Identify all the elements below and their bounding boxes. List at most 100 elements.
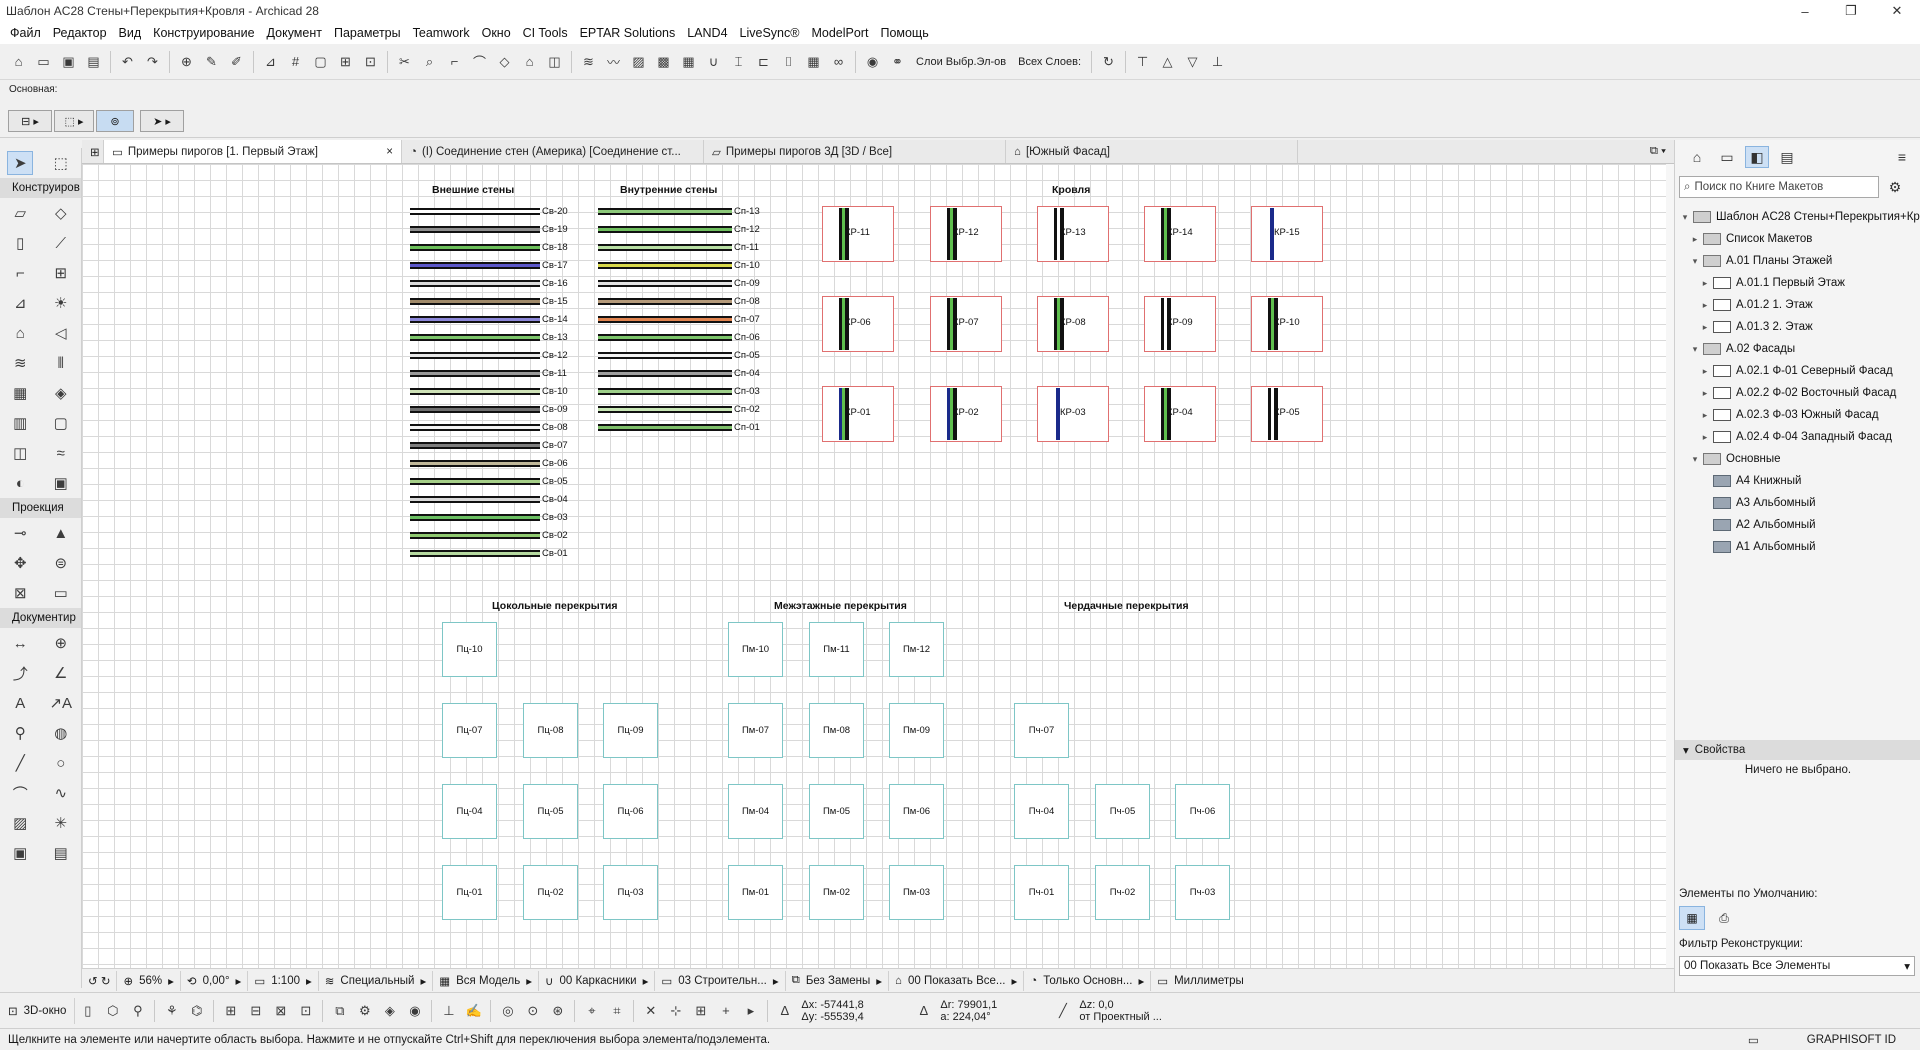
tab-south-elevation[interactable]: ⌂ [Южный Фасад]	[1006, 140, 1298, 163]
layout-tree-item[interactable]: A2 Альбомный	[1675, 514, 1920, 536]
slab-item[interactable]: Пм-12	[889, 622, 944, 677]
wall-line[interactable]	[598, 280, 732, 287]
dimension-tool-icon[interactable]: ↔	[7, 631, 33, 655]
railing-tool-icon[interactable]: ⫴	[48, 351, 74, 375]
override-control[interactable]: ⧉ Без Замены ▸	[786, 970, 890, 991]
floor-plan-canvas[interactable]: Внешние стены Внутренние стены Кровля Цо…	[82, 164, 1674, 968]
align-bottom-icon[interactable]: ⊥	[1207, 51, 1228, 72]
stamp-icon[interactable]: ⊥	[438, 1000, 459, 1021]
pen-control[interactable]: ∪ 00 Каркасники ▸	[539, 970, 656, 991]
wall-line[interactable]	[598, 334, 732, 341]
brush-icon[interactable]: ✍	[463, 1000, 484, 1021]
wall-line[interactable]	[410, 496, 540, 503]
defaults-grid-icon[interactable]: ▦	[1679, 906, 1705, 930]
triangle-down-icon[interactable]: ▽	[1182, 51, 1203, 72]
wall-line[interactable]	[598, 370, 732, 377]
wall-line[interactable]	[410, 406, 540, 413]
home-icon[interactable]: ⌂	[8, 51, 29, 72]
hatch-icon[interactable]: ▨	[628, 51, 649, 72]
slab-item[interactable]: Пц-06	[603, 784, 658, 839]
fit-icon[interactable]: ⊞	[335, 51, 356, 72]
menu-view[interactable]: Вид	[113, 26, 148, 40]
tab-wall-junction[interactable]: ◔ (I) Соединение стен (Америка) [Соедине…	[402, 140, 704, 163]
cube-icon[interactable]: ⬡	[102, 1000, 123, 1021]
model-control[interactable]: ▦ Вся Модель ▸	[433, 970, 540, 991]
menu-land4[interactable]: LAND4	[681, 26, 733, 40]
project-map-icon[interactable]: ⌂	[1685, 146, 1709, 168]
syringe-icon[interactable]: ✐	[226, 51, 247, 72]
slab-item[interactable]: Пм-09	[889, 703, 944, 758]
slab-item[interactable]: Пч-05	[1095, 784, 1150, 839]
book-tool-icon[interactable]: ▢	[48, 411, 74, 435]
print-icon[interactable]: ▤	[83, 51, 104, 72]
renovation-control[interactable]: ⌂ 00 Показать Все... ▸	[889, 970, 1025, 991]
slab-item[interactable]: Пм-06	[889, 784, 944, 839]
slab-item[interactable]: Пм-03	[889, 865, 944, 920]
drawing-tool-icon[interactable]: ▤	[48, 841, 74, 865]
grid-snap-icon[interactable]: #	[285, 51, 306, 72]
line-tool-icon[interactable]: ╱	[7, 751, 33, 775]
column-tool-icon[interactable]: ▯	[7, 231, 33, 255]
rotate-icon[interactable]: ⊡	[360, 51, 381, 72]
wall-line[interactable]	[598, 262, 732, 269]
zone-tool-icon[interactable]: ◐	[7, 471, 33, 495]
hotspot-tool-icon[interactable]: ✳	[48, 811, 74, 835]
wall-line[interactable]	[410, 280, 540, 287]
chevron-right-icon[interactable]: ▸	[1699, 432, 1711, 443]
wall-line[interactable]	[410, 442, 540, 449]
marquee-mode-control[interactable]: ⬚ ▸	[54, 110, 94, 132]
filter3-icon[interactable]: ⊠	[270, 1000, 291, 1021]
layout-book-icon[interactable]: ◧	[1745, 146, 1769, 168]
layout-tree-item[interactable]: ▸ A.01.3 2. Этаж	[1675, 316, 1920, 338]
spline-tool-icon[interactable]: ∿	[48, 781, 74, 805]
tab-menu-icon[interactable]: ⧉ ▾	[1642, 140, 1674, 163]
wall-line[interactable]	[410, 298, 540, 305]
level-dimension-icon[interactable]: ⤴	[7, 661, 33, 685]
walk-icon[interactable]: ⚘	[161, 1000, 182, 1021]
slab-item[interactable]: Пм-02	[809, 865, 864, 920]
layout-tree-item[interactable]: ▸ A.02.2 Ф-02 Восточный Фасад	[1675, 382, 1920, 404]
guide-line-icon[interactable]: ⊿	[260, 51, 281, 72]
section-projection[interactable]: Проекция	[0, 498, 81, 518]
offset-icon[interactable]: ◇	[494, 51, 515, 72]
structure-control[interactable]: ≋ Специальный ▸	[319, 970, 434, 991]
scale-control[interactable]: ▭ 1:100 ▸	[248, 970, 319, 991]
arrow-right-icon[interactable]: ▸	[740, 1000, 761, 1021]
minimize-button[interactable]: –	[1782, 0, 1828, 22]
wall-line[interactable]	[598, 406, 732, 413]
roof-item[interactable]: КР-14	[1144, 206, 1216, 262]
wall-line[interactable]	[410, 316, 540, 323]
panel-tool-icon[interactable]: ▥	[7, 411, 33, 435]
properties-header[interactable]: ▾ Свойства	[1675, 740, 1920, 760]
camera-icon[interactable]: ◎	[497, 1000, 518, 1021]
lamp-tool-icon[interactable]: ☀	[48, 291, 74, 315]
zoom-control[interactable]: ⊕ 56% ▸	[117, 970, 181, 991]
fill-icon[interactable]: ▦	[678, 51, 699, 72]
roof-item[interactable]: КР-08	[1037, 296, 1109, 352]
copy-icon[interactable]: ⧉	[329, 1000, 350, 1021]
beam-tool-icon[interactable]: ⟋	[48, 231, 74, 255]
wave-icon[interactable]: 〰	[603, 51, 624, 72]
layers-stack-icon[interactable]: ≋	[578, 51, 599, 72]
tab-3d[interactable]: ▱ Примеры пирогов 3Д [3D / Все]	[704, 140, 1006, 163]
chevron-down-icon[interactable]: ▾	[1689, 454, 1701, 465]
chevron-down-icon[interactable]: ▾	[1689, 256, 1701, 267]
fillet-icon[interactable]: ⌒	[469, 51, 490, 72]
slab-item[interactable]: Пч-04	[1014, 784, 1069, 839]
slab-item[interactable]: Пч-07	[1014, 703, 1069, 758]
wall-line[interactable]	[410, 514, 540, 521]
magnet-icon[interactable]: ∪	[703, 51, 724, 72]
render-icon[interactable]: ⊛	[547, 1000, 568, 1021]
slab-item[interactable]: Пц-01	[442, 865, 497, 920]
wall-line[interactable]	[598, 388, 732, 395]
slab-item[interactable]: Пм-11	[809, 622, 864, 677]
wall-line[interactable]	[598, 424, 732, 431]
open-icon[interactable]: ▭	[33, 51, 54, 72]
close-window-button[interactable]: ✕	[1874, 0, 1920, 22]
wall-line[interactable]	[410, 424, 540, 431]
stair-flight-icon[interactable]: ≋	[7, 351, 33, 375]
chevron-right-icon[interactable]: ▸	[1699, 388, 1711, 399]
menu-document[interactable]: Документ	[261, 26, 328, 40]
roof-item[interactable]: КР-04	[1144, 386, 1216, 442]
settings-gear-icon[interactable]: ⚙	[1883, 176, 1907, 198]
